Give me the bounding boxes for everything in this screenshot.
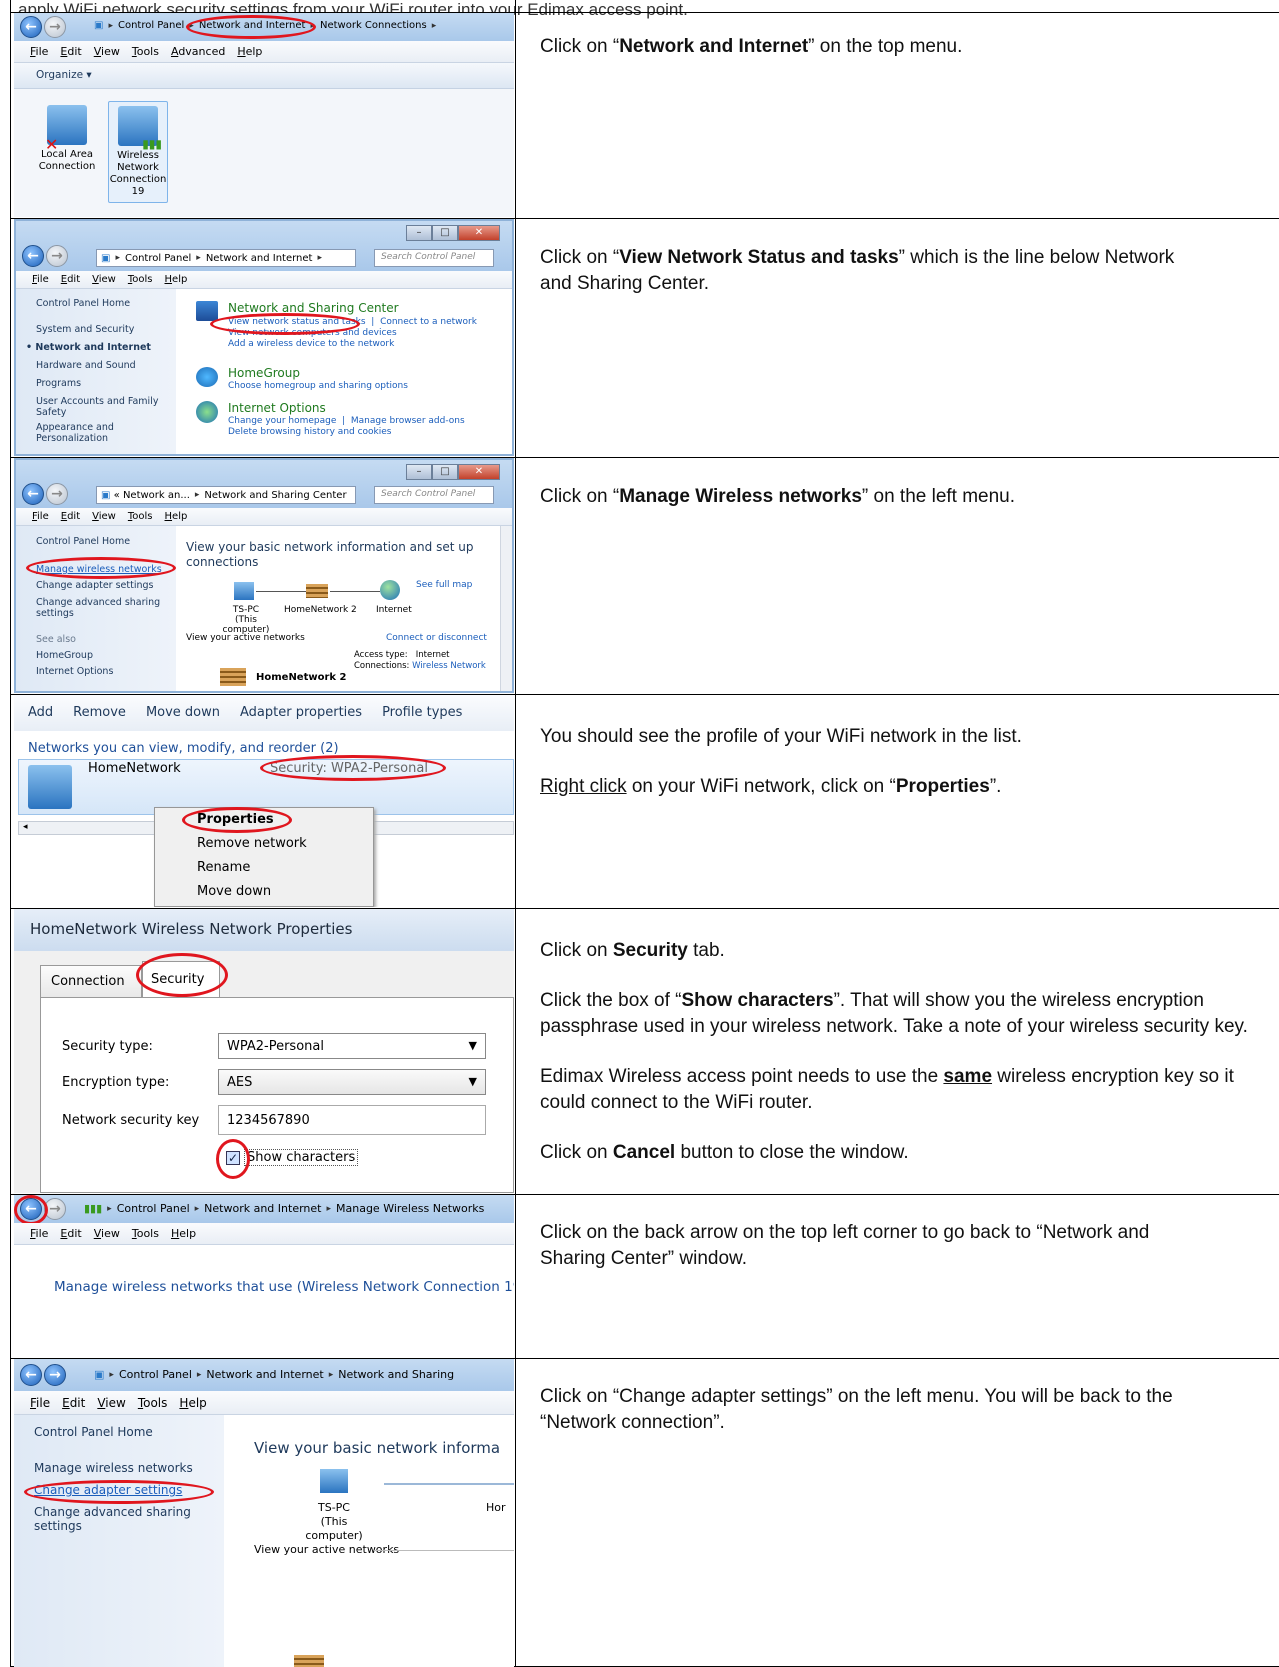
homegroup-icon [196,367,218,387]
step7-description: Click on “Change adapter settings” on th… [540,1386,1173,1433]
network-sharing-center-screenshot: – □ ✕ ← → ▣ « Network an... ▸ Network and S… [14,458,514,693]
forward-button[interactable]: → [46,483,68,505]
highlight-circle [186,15,316,39]
menu-bar: File Edit View Tools Help [14,1391,514,1415]
vertical-scrollbar[interactable] [500,526,512,691]
maximize-button[interactable]: □ [432,225,458,241]
manage-wireless-screenshot: Add Remove Move down Adapter properties … [14,695,514,907]
control-panel-icon: ▣ [94,20,104,31]
toolbar: Add Remove Move down Adapter properties … [14,695,514,731]
organize-button[interactable]: Organize ▾ [14,63,514,89]
crumb-network-connections[interactable]: Network Connections [320,20,427,31]
address-bar[interactable]: ▮▮▮ ▸ Control Panel ▸ Network and Internet… [84,1202,484,1215]
address-bar[interactable]: ▣ ▸ Control Panel ▸ Network and Internet ▸ [96,249,356,267]
network-adapter-icon: ✕ [45,105,87,153]
computer-icon [320,1469,348,1493]
highlight-circle [24,1480,214,1504]
sidebar: Control Panel Home Manage wireless netwo… [16,526,176,691]
wireless-network-icon [28,765,72,809]
chevron-down-icon: ▼ [468,1075,477,1088]
back-button[interactable]: ← [22,245,44,267]
properties-dialog-screenshot: HomeNetwork Wireless Network Properties … [14,909,514,1193]
highlight-circle [136,953,228,997]
close-button[interactable]: ✕ [458,225,500,241]
control-panel-icon: ▣ [101,489,111,501]
computer-icon [234,582,254,600]
homenetwork-bench-icon [294,1655,324,1667]
step1-description: Click on “Network and Internet” on the t… [540,36,963,57]
local-area-connection[interactable]: ✕ Local Area Connection [34,105,100,173]
network-sharing-center-screenshot-2: ← → ▣ ▸ Control Panel ▸ Network and Intern… [14,1359,514,1667]
highlight-circle [26,557,176,579]
menu-help[interactable]: Help [237,45,262,58]
signal-icon: ▮▮▮ [84,1202,103,1215]
highlight-circle [182,807,292,833]
menu-view[interactable]: View [94,45,120,58]
globe-icon [380,580,400,600]
forward-button[interactable]: → [44,1364,66,1386]
wireless-network-connection[interactable]: ▮▮▮ Wireless Network Connection 19 [108,101,168,203]
minimize-button[interactable]: – [406,225,432,241]
menu-bar: File Edit View Tools Help [16,508,512,526]
menu-advanced[interactable]: Advanced [171,45,225,58]
control-panel-icon: ▣ [101,252,111,264]
window-controls: – □ ✕ [406,464,500,480]
search-input[interactable]: Search Control Panel [374,486,494,504]
step3-description: Click on “Manage Wireless networks” on t… [540,486,1016,507]
network-connections-screenshot: ← → ▣ ▸ Control Panel ▸ Network and Intern… [14,13,514,217]
manage-wireless-networks-screenshot: ← → ▮▮▮ ▸ Control Panel ▸ Network and Inte… [14,1195,514,1357]
column-divider [515,0,516,1667]
address-bar[interactable]: ▣ « Network an... ▸ Network and Sharing C… [96,486,356,504]
step2-description: Click on “View Network Status and tasks”… [540,247,1175,294]
bench-icon [306,584,328,598]
security-key-input[interactable]: 1234567890 [218,1105,486,1135]
menu-bar: File Edit View Tools Help [14,1223,514,1245]
wireless-adapter-icon: ▮▮▮ [118,106,162,150]
homenetwork-bench-icon [220,668,246,686]
crumb-control-panel[interactable]: Control Panel [118,20,184,31]
security-type-select[interactable]: WPA2-Personal ▼ [218,1033,486,1059]
step4-description: You should see the profile of your WiFi … [540,726,1022,797]
control-panel-icon: ▣ [94,1368,105,1381]
window-controls: – □ ✕ [406,225,500,241]
internet-options-icon [196,401,218,423]
highlight-circle [210,313,360,335]
highlight-circle [260,755,446,781]
highlight-circle [216,1139,250,1179]
address-bar[interactable]: ▣ ▸ Control Panel ▸ Network and Internet ▸ … [94,1368,454,1381]
dialog-title: HomeNetwork Wireless Network Properties [14,909,514,951]
network-and-internet-screenshot: – □ ✕ ← → ▣ ▸ Control Panel ▸ Network and In… [14,219,514,456]
tab-connection[interactable]: Connection [40,965,142,997]
back-button[interactable]: ← [20,1364,42,1386]
menu-edit[interactable]: Edit [60,45,81,58]
forward-button[interactable]: → [44,16,66,38]
menu-bar: File Edit View Tools Help [16,271,512,289]
highlight-circle [14,1195,48,1225]
sidebar: Control Panel Home Manage wireless netwo… [14,1415,224,1667]
step5-description: Click on Security tab. Click the box of … [540,940,1248,1163]
menu-bar: File Edit View Tools Advanced Help [14,41,514,63]
menu-file[interactable]: File [30,45,48,58]
back-button[interactable]: ← [20,16,42,38]
encryption-type-select[interactable]: AES ▼ [218,1069,486,1095]
step6-description: Click on the back arrow on the top left … [540,1222,1150,1269]
forward-button[interactable]: → [46,245,68,267]
sidebar: Control Panel Home System and Security •… [16,289,176,454]
search-input[interactable]: Search Control Panel [374,249,494,267]
chevron-down-icon: ▼ [468,1039,477,1052]
back-button[interactable]: ← [22,483,44,505]
network-sharing-icon [196,301,218,321]
menu-tools[interactable]: Tools [132,45,159,58]
